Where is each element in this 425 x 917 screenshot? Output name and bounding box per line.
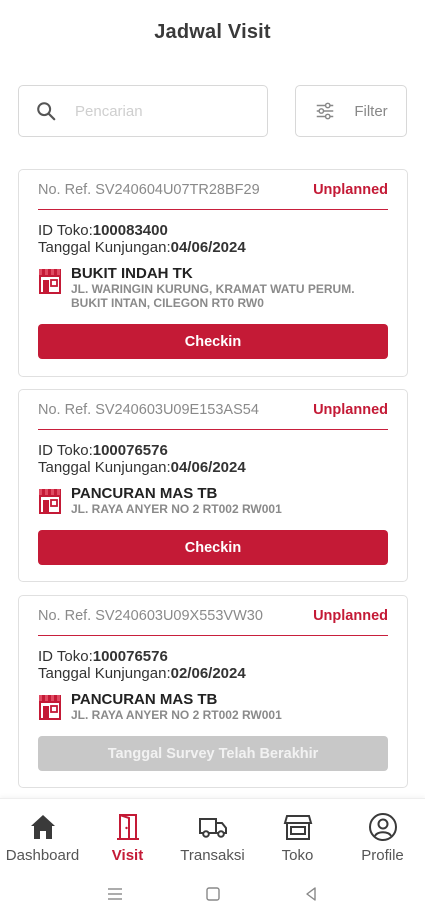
visit-info: ID Toko:100083400 Tanggal Kunjungan:04/0… — [38, 222, 388, 256]
search-input[interactable] — [75, 102, 245, 120]
visit-date-value: 02/06/2024 — [170, 665, 246, 682]
truck-icon — [198, 818, 227, 838]
storefront-icon — [39, 695, 61, 720]
door-icon — [116, 814, 139, 840]
search-row: Filter — [18, 85, 407, 137]
store-info: BUKIT INDAH TK JL. WARINGIN KURUNG, KRAM… — [38, 265, 388, 310]
store-address: JL. RAYA ANYER NO 2 RT002 RW001 — [71, 708, 282, 722]
store-id-value: 100083400 — [92, 222, 168, 239]
system-nav-bar — [0, 870, 425, 917]
store-address: JL. WARINGIN KURUNG, KRAMAT WATU PERUM. … — [71, 282, 355, 310]
back-icon[interactable] — [302, 885, 320, 903]
visit-date-value: 04/06/2024 — [170, 459, 246, 476]
store-id-label: ID Toko: — [38, 222, 93, 239]
card-header: No. Ref. SV240603U09X553VW30 Unplanned — [38, 596, 388, 636]
nav-item-dashboard[interactable]: Dashboard — [0, 799, 85, 870]
filter-button[interactable]: Filter — [295, 85, 407, 137]
store-icon — [283, 815, 312, 840]
reference-number: No. Ref. SV240604U07TR28BF29 — [38, 181, 260, 198]
store-info: PANCURAN MAS TB JL. RAYA ANYER NO 2 RT00… — [38, 485, 388, 516]
store-name: PANCURAN MAS TB — [71, 485, 218, 502]
nav-item-profile[interactable]: Profile — [340, 799, 425, 870]
page-title: Jadwal Visit — [154, 20, 271, 43]
checkin-button[interactable]: Checkin — [38, 324, 388, 359]
checkin-button[interactable]: Checkin — [38, 530, 388, 565]
visit-date-label: Tanggal Kunjungan: — [38, 239, 171, 256]
nav-label: Transaksi — [180, 847, 245, 864]
user-circle-icon — [368, 813, 397, 841]
store-id-label: ID Toko: — [38, 442, 93, 459]
visit-info: ID Toko:100076576 Tanggal Kunjungan:02/0… — [38, 648, 388, 682]
nav-label: Profile — [361, 847, 404, 864]
status-badge: Unplanned — [313, 401, 388, 418]
store-name: PANCURAN MAS TB — [71, 691, 218, 708]
store-name: BUKIT INDAH TK — [71, 265, 193, 282]
store-id-value: 100076576 — [92, 442, 168, 459]
page-header: Jadwal Visit — [0, 0, 425, 64]
visit-card: No. Ref. SV240604U07TR28BF29 Unplanned I… — [18, 169, 408, 377]
nav-item-transaksi[interactable]: Transaksi — [170, 799, 255, 870]
visit-date-label: Tanggal Kunjungan: — [38, 665, 171, 682]
visit-info: ID Toko:100076576 Tanggal Kunjungan:04/0… — [38, 442, 388, 476]
status-badge: Unplanned — [313, 607, 388, 624]
nav-label: Toko — [281, 847, 314, 864]
reference-number: No. Ref. SV240603U09X553VW30 — [38, 607, 263, 624]
nav-item-toko[interactable]: Toko — [255, 799, 340, 870]
visit-date-value: 04/06/2024 — [170, 239, 246, 256]
visit-date-label: Tanggal Kunjungan: — [38, 459, 171, 476]
visit-card: No. Ref. SV240603U09X553VW30 Unplanned I… — [18, 595, 408, 788]
home-square-icon[interactable] — [204, 885, 222, 903]
search-icon — [37, 102, 56, 121]
menu-icon[interactable] — [106, 885, 124, 903]
store-address: JL. RAYA ANYER NO 2 RT002 RW001 — [71, 502, 282, 516]
store-id-label: ID Toko: — [38, 648, 93, 665]
visit-card: No. Ref. SV240603U09E153AS54 Unplanned I… — [18, 389, 408, 582]
card-header: No. Ref. SV240604U07TR28BF29 Unplanned — [38, 170, 388, 210]
status-badge: Unplanned — [313, 181, 388, 198]
filter-label: Filter — [354, 102, 388, 120]
nav-label: Visit — [111, 847, 144, 864]
storefront-icon — [39, 489, 61, 514]
store-info: PANCURAN MAS TB JL. RAYA ANYER NO 2 RT00… — [38, 691, 388, 722]
reference-number: No. Ref. SV240603U09E153AS54 — [38, 401, 259, 418]
storefront-icon — [39, 269, 61, 294]
nav-item-visit[interactable]: Visit — [85, 799, 170, 870]
card-header: No. Ref. SV240603U09E153AS54 Unplanned — [38, 390, 388, 430]
sliders-icon — [317, 102, 334, 120]
survey-expired-button[interactable]: Tanggal Survey Telah Berakhir — [38, 736, 388, 771]
store-id-value: 100076576 — [92, 648, 168, 665]
search-box[interactable] — [18, 85, 268, 137]
bottom-nav: Dashboard Visit Transaksi Toko Profile — [0, 798, 425, 870]
nav-label: Dashboard — [5, 847, 80, 864]
home-icon — [30, 815, 55, 839]
